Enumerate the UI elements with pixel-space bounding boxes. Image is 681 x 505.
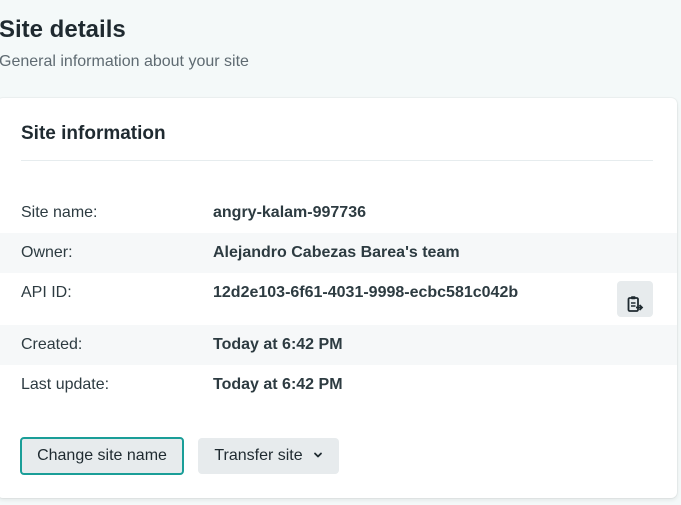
- row-site-name: Site name: angry-kalam-997736: [0, 193, 677, 233]
- page-subtitle: General information about your site: [0, 53, 249, 70]
- created-label: Created:: [21, 336, 83, 353]
- chevron-down-icon: [313, 447, 323, 465]
- owner-value: Alejandro Cabezas Barea's team: [213, 244, 460, 261]
- site-information-card: Site information Site name: angry-kalam-…: [0, 98, 677, 498]
- transfer-site-label: Transfer site: [214, 447, 303, 465]
- api-id-value: 12d2e103-6f61-4031-9998-ecbc581c042b: [213, 284, 519, 301]
- last-update-label: Last update:: [21, 376, 110, 393]
- page-title: Site details: [0, 16, 126, 43]
- last-update-value: Today at 6:42 PM: [213, 376, 343, 393]
- api-id-label: API ID:: [21, 284, 72, 301]
- row-owner: Owner: Alejandro Cabezas Barea's team: [0, 233, 677, 273]
- created-value: Today at 6:42 PM: [213, 336, 343, 353]
- clipboard-copy-icon: [627, 295, 644, 312]
- site-name-value: angry-kalam-997736: [213, 204, 366, 221]
- owner-label: Owner:: [21, 244, 73, 261]
- site-name-label: Site name:: [21, 204, 98, 221]
- copy-api-id-button[interactable]: [617, 281, 653, 317]
- card-title: Site information: [21, 123, 166, 144]
- transfer-site-button[interactable]: Transfer site: [198, 438, 339, 474]
- card-divider: [21, 160, 653, 161]
- row-created: Created: Today at 6:42 PM: [0, 325, 677, 365]
- row-last-update: Last update: Today at 6:42 PM: [0, 365, 677, 405]
- change-site-name-button[interactable]: Change site name: [20, 437, 184, 475]
- row-api-id: API ID: 12d2e103-6f61-4031-9998-ecbc581c…: [0, 273, 677, 325]
